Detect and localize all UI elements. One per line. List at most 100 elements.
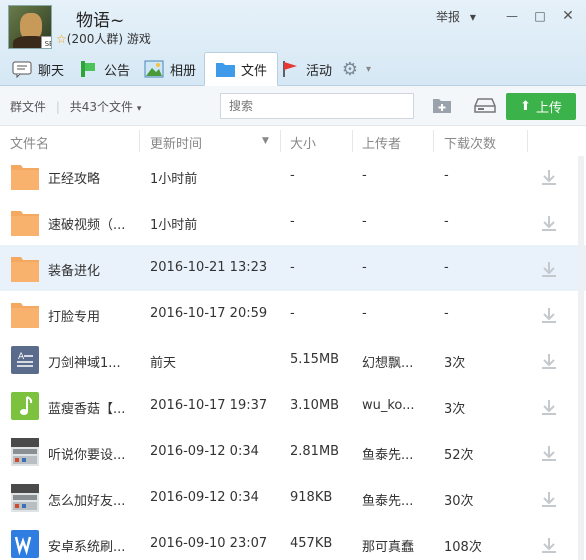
- file-name: 打脸专用: [48, 310, 101, 325]
- tab-album[interactable]: 相册: [144, 52, 196, 86]
- col-name[interactable]: 文件名: [10, 133, 49, 152]
- tab-label: 公告: [104, 63, 131, 79]
- maximize-icon[interactable]: □: [532, 8, 548, 24]
- file-row[interactable]: 装备进化 2016-10-21 13:23 - - -: [0, 245, 586, 291]
- tab-label: 活动: [306, 63, 333, 79]
- download-icon[interactable]: [540, 260, 558, 278]
- star-icon: ☆: [56, 32, 67, 46]
- file-downloads: 52次: [444, 448, 474, 463]
- file-uploader: -: [362, 168, 367, 183]
- group-window: SE 物语~ ☆(200人群) 游戏 举报 ▾ — □ ✕ 聊天 公告 相册 文…: [0, 0, 586, 560]
- file-name: 装备进化: [48, 264, 101, 279]
- file-name: 安卓系统刷...: [48, 540, 126, 555]
- download-icon[interactable]: [540, 352, 558, 370]
- file-size: 2.81MB: [290, 444, 340, 459]
- download-icon[interactable]: [540, 168, 558, 186]
- file-updated: 2016-10-17 19:37: [150, 398, 268, 413]
- file-uploader: 鱼泰先...: [362, 494, 414, 509]
- new-folder-icon[interactable]: [432, 96, 452, 114]
- col-uploader[interactable]: 上传者: [362, 133, 401, 152]
- file-size: 5.15MB: [290, 352, 340, 367]
- file-row[interactable]: A 刀剑神域1... 前天 5.15MB 幻想飘... 3次: [0, 337, 586, 383]
- file-downloads: -: [444, 214, 449, 229]
- close-icon[interactable]: ✕: [560, 8, 576, 24]
- file-row[interactable]: 打脸专用 2016-10-17 20:59 - - -: [0, 291, 586, 337]
- file-downloads: -: [444, 168, 449, 183]
- file-downloads: 30次: [444, 494, 474, 509]
- group-avatar[interactable]: SE: [8, 5, 52, 49]
- report-label: 举报: [436, 10, 461, 24]
- file-uploader: 幻想飘...: [362, 356, 414, 371]
- col-updated-label: 更新时间: [150, 137, 203, 152]
- file-updated: 前天: [150, 356, 177, 371]
- download-icon[interactable]: [540, 536, 558, 554]
- tab-settings[interactable]: ⚙ ▾: [340, 52, 371, 86]
- sort-desc-icon: ▼: [262, 136, 269, 146]
- upload-icon: ⬆: [520, 99, 531, 114]
- member-info: (200人群) 游戏: [66, 32, 151, 46]
- minimize-icon[interactable]: —: [504, 8, 520, 24]
- download-icon[interactable]: [540, 306, 558, 324]
- file-row[interactable]: 怎么加好友... 2016-09-12 0:34 918KB 鱼泰先... 30次: [0, 475, 586, 521]
- file-uploader: -: [362, 214, 367, 229]
- file-name: 正经攻略: [48, 172, 101, 187]
- file-size: -: [290, 168, 295, 183]
- upload-button[interactable]: ⬆ 上传: [506, 93, 576, 120]
- file-downloads: 3次: [444, 356, 466, 371]
- drive-icon[interactable]: [474, 96, 496, 114]
- tab-label: 聊天: [38, 63, 65, 79]
- file-uploader: wu_ko...: [362, 398, 415, 413]
- file-downloads: -: [444, 260, 449, 275]
- doc-file-icon: A: [10, 345, 40, 375]
- col-updated[interactable]: 更新时间 ▼: [150, 133, 269, 152]
- music-file-icon: [10, 391, 40, 421]
- image-file-icon: [10, 437, 40, 467]
- gear-icon: ⚙: [341, 58, 359, 80]
- file-updated: 2016-09-12 0:34: [150, 490, 259, 505]
- file-name: 听说你要设...: [48, 448, 126, 463]
- file-row[interactable]: 听说你要设... 2016-09-12 0:34 2.81MB 鱼泰先... 52次: [0, 429, 586, 475]
- file-size: 457KB: [290, 536, 333, 551]
- file-row[interactable]: 安卓系统刷... 2016-09-10 23:07 457KB 那可真蠢 108次: [0, 521, 586, 560]
- download-icon[interactable]: [540, 444, 558, 462]
- tab-label: 相册: [170, 63, 197, 79]
- breadcrumb: 群文件 | 共43个文件 ▾: [10, 100, 142, 114]
- group-name[interactable]: 物语~: [76, 6, 124, 31]
- file-size: 3.10MB: [290, 398, 340, 413]
- folder-file-icon: [10, 161, 40, 191]
- avatar-badge: SE: [41, 36, 51, 48]
- file-size: -: [290, 306, 295, 321]
- file-uploader: 那可真蠢: [362, 540, 415, 555]
- scrollbar[interactable]: [578, 156, 584, 560]
- folder-file-icon: [10, 207, 40, 237]
- svg-text:A: A: [18, 352, 25, 362]
- flag-icon: [280, 60, 300, 78]
- tab-files[interactable]: 文件: [204, 52, 279, 86]
- file-row[interactable]: 正经攻略 1小时前 - - -: [0, 153, 586, 199]
- folder-file-icon: [10, 253, 40, 283]
- announcement-icon: [78, 60, 98, 78]
- file-uploader: 鱼泰先...: [362, 448, 414, 463]
- tab-announcement[interactable]: 公告: [78, 52, 130, 86]
- col-downloads[interactable]: 下载次数: [444, 133, 496, 152]
- group-files-link[interactable]: 群文件: [10, 100, 46, 114]
- col-size[interactable]: 大小: [290, 133, 316, 152]
- file-row[interactable]: 蓝瘦香菇【... 2016-10-17 19:37 3.10MB wu_ko... 3次: [0, 383, 586, 429]
- chevron-down-icon: ▾: [366, 63, 372, 75]
- file-uploader: -: [362, 260, 367, 275]
- download-icon[interactable]: [540, 490, 558, 508]
- download-icon[interactable]: [540, 398, 558, 416]
- file-row[interactable]: 速破视频（... 1小时前 - - -: [0, 199, 586, 245]
- file-name: 怎么加好友...: [48, 494, 126, 509]
- search-input[interactable]: [220, 93, 414, 119]
- folder-icon: [215, 60, 235, 78]
- file-count-dropdown[interactable]: 共43个文件 ▾: [70, 100, 142, 114]
- report-link[interactable]: 举报 ▾: [436, 8, 476, 25]
- file-uploader: -: [362, 306, 367, 321]
- download-icon[interactable]: [540, 214, 558, 232]
- tab-activity[interactable]: 活动: [280, 52, 332, 86]
- tab-chat[interactable]: 聊天: [12, 52, 64, 86]
- file-updated: 2016-10-21 13:23: [150, 260, 268, 275]
- file-toolbar: 群文件 | 共43个文件 ▾ ⬆ 上传: [0, 86, 586, 126]
- file-size: 918KB: [290, 490, 333, 505]
